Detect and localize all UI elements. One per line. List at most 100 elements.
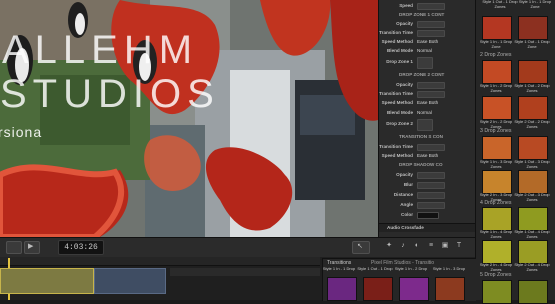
- thumb-label: Style 1 In - 2 Drop Zones: [479, 83, 513, 93]
- transition-thumb[interactable]: [399, 277, 429, 301]
- watermark-title: ALLEHM: [2, 28, 199, 72]
- transition-time-slider[interactable]: [417, 91, 445, 98]
- blend-mode-select[interactable]: Normal: [417, 48, 432, 53]
- thumb-label: Style 2 In - 4 Drop Zones: [479, 262, 513, 272]
- group-header: 2 Drop Zones: [480, 52, 512, 58]
- thumb-label: Style 1 In - 3 Drop Zones: [479, 159, 513, 169]
- inspector-section: DROP ZONE 2 CONT: [399, 72, 445, 77]
- thumb-label: Style 1 In - 2 Drop: [394, 266, 428, 271]
- shadow-blur-slider[interactable]: [417, 182, 445, 189]
- transition-thumb[interactable]: [482, 136, 512, 160]
- inspector-row: Drop Zone 1: [379, 57, 475, 69]
- transition-thumb[interactable]: [482, 280, 512, 304]
- transition-thumb[interactable]: [482, 240, 512, 264]
- thumb-label: Style 1 Out - 1 Drop Zones: [482, 0, 518, 9]
- titles-icon[interactable]: T: [454, 241, 464, 251]
- inspector-row: Transition Time: [379, 91, 475, 98]
- transition-thumb[interactable]: [327, 277, 357, 301]
- drop-zone-1-well[interactable]: [417, 57, 433, 69]
- thumb-label: Style 1 Out - 2 Drop Zones: [514, 83, 550, 93]
- inspector-row: Transition Time: [379, 30, 475, 37]
- tool-select-button[interactable]: ↖: [352, 241, 370, 254]
- speed-slider[interactable]: [417, 3, 445, 10]
- timeline-clip[interactable]: [0, 268, 94, 294]
- inspector-row: Transition Time: [379, 144, 475, 151]
- transitions-browser: Transitions Pixel Film Studios - Transit…: [322, 258, 476, 301]
- inspector-row: Speed Method Ease Both: [381, 100, 439, 105]
- video-viewer: ALLEHM STUDIOS rsiona: [0, 0, 378, 237]
- inspector-row: Opacity: [379, 21, 475, 28]
- transition-thumb[interactable]: [518, 170, 548, 194]
- group-header: 3 Drop Zones: [480, 128, 512, 134]
- play-icon: ▶: [28, 243, 34, 250]
- thumb-label: Style 1 Out - 1 Drop: [357, 266, 393, 271]
- inspector-row: Opacity: [379, 172, 475, 179]
- inspector-section: DROP SHADOW CO: [399, 162, 443, 167]
- transition-thumb[interactable]: [482, 16, 512, 40]
- timeline-clip[interactable]: [94, 268, 166, 294]
- shadow-opacity-slider[interactable]: [417, 172, 445, 179]
- magnet-icon[interactable]: ✦: [384, 241, 394, 251]
- transition-thumb[interactable]: [518, 207, 548, 231]
- effects-library: Style 1 Out - 1 Drop Zones Style 1 In - …: [475, 0, 555, 304]
- speed-method-select[interactable]: Ease Both: [417, 153, 438, 158]
- inspector-row: Distance: [379, 192, 475, 199]
- transition-thumb[interactable]: [482, 207, 512, 231]
- arrow-icon: ↖: [357, 243, 363, 250]
- speed-method-select[interactable]: Ease Both: [417, 39, 438, 44]
- inspector-row: Blend Mode Normal: [386, 48, 432, 53]
- inspector-row: Speed: [379, 3, 475, 10]
- empty-track: [170, 268, 320, 276]
- thumb-label: Style 1 In - 1 Drop Zone: [479, 39, 513, 49]
- inspector-panel: Speed DROP ZONE 1 CONT Opacity Transitio…: [378, 0, 475, 237]
- inspector-row: Speed Method Ease Both: [381, 39, 439, 44]
- transition-thumb[interactable]: [518, 60, 548, 84]
- transition-thumb[interactable]: [518, 16, 548, 40]
- transition-thumb[interactable]: [518, 280, 548, 304]
- transition-thumb[interactable]: [435, 277, 465, 301]
- solo-icon[interactable]: ◐: [412, 241, 422, 251]
- transition-thumb[interactable]: [482, 60, 512, 84]
- inspector-row: Color: [379, 212, 475, 219]
- timeline-ruler[interactable]: [0, 257, 320, 266]
- speed-method-select[interactable]: Ease Both: [417, 100, 438, 105]
- clip-appearance-button[interactable]: [6, 241, 22, 254]
- blend-mode-select[interactable]: Normal: [417, 110, 432, 115]
- inspector-row: Blend Mode Normal: [386, 110, 432, 115]
- group-header: 4 Drop Zones: [480, 200, 512, 206]
- watermark-studios: STUDIOS: [0, 72, 220, 116]
- group-header: 5 Drop Zones: [480, 272, 512, 278]
- thumb-label: Style 1 Out - 1 Drop Zone: [514, 39, 550, 49]
- thumb-label: Style 1 Out - 4 Drop Zones: [514, 229, 550, 239]
- transition-time-slider[interactable]: [417, 30, 445, 37]
- inspector-row: Speed Method Ease Both: [381, 153, 439, 158]
- audio-crossfade-bar[interactable]: Audio Crossfade: [379, 223, 475, 232]
- photo-icon[interactable]: ▣: [440, 241, 450, 251]
- transition-thumb[interactable]: [482, 170, 512, 194]
- transition-thumb[interactable]: [518, 136, 548, 160]
- shadow-distance-slider[interactable]: [417, 192, 445, 199]
- transition-thumb[interactable]: [518, 96, 548, 120]
- transition-thumb[interactable]: [482, 96, 512, 120]
- timecode-display: 4:03:26: [58, 240, 104, 255]
- shadow-color-well[interactable]: [417, 212, 439, 219]
- play-button[interactable]: ▶: [24, 241, 40, 254]
- transition-thumb[interactable]: [518, 240, 548, 264]
- transition-time-slider[interactable]: [417, 144, 445, 151]
- skimming-icon[interactable]: ≡: [426, 241, 436, 251]
- drop-zone-2-well[interactable]: [417, 119, 433, 131]
- audio-icon[interactable]: ♪: [398, 241, 408, 251]
- inspector-row: Drop Zone 2: [379, 119, 475, 131]
- inspector-section: TRANSITION S CON: [399, 134, 443, 139]
- transition-thumb[interactable]: [363, 277, 393, 301]
- shadow-angle-slider[interactable]: [417, 202, 445, 209]
- thumb-label: Style 2 Out - 3 Drop Zones: [514, 192, 550, 202]
- watermark-subtitle: rsiona: [0, 124, 43, 140]
- inspector-section: DROP ZONE 1 CONT: [399, 12, 445, 17]
- inspector-row: Blur: [379, 182, 475, 189]
- opacity-slider[interactable]: [417, 21, 445, 28]
- thumb-label: Style 2 Out - 2 Drop Zones: [514, 119, 550, 129]
- inspector-row: Angle: [379, 202, 475, 209]
- thumb-label: Style 1 In - 1 Drop: [322, 266, 356, 271]
- opacity-slider[interactable]: [417, 82, 445, 89]
